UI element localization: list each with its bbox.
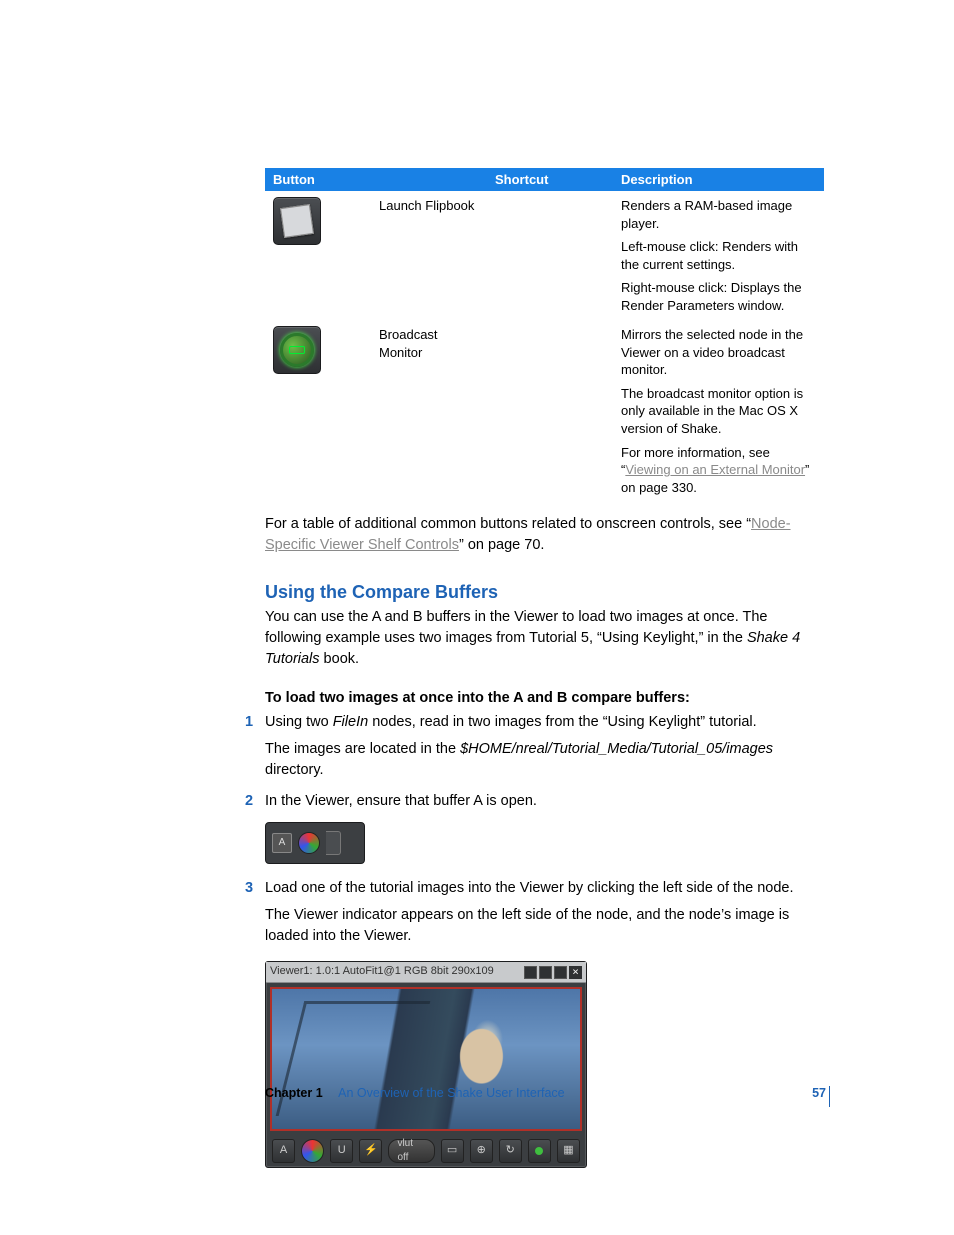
desc-text: Mirrors the selected node in the Viewer … [613, 314, 824, 379]
text: Using two [265, 714, 333, 730]
step-number: 1 [245, 712, 253, 733]
text: For a table of additional common buttons… [265, 516, 751, 532]
buffer-a-thumbnail: A [265, 822, 365, 864]
buffer-a-chip-icon: A [272, 1139, 295, 1163]
chapter-title: An Overview of the Shake User Interface [338, 1086, 565, 1100]
launch-flipbook-icon [273, 197, 321, 245]
text: In the Viewer, ensure that buffer A is o… [265, 793, 537, 809]
target-icon: ⊕ [470, 1139, 493, 1163]
desc-text: The broadcast monitor option is only ava… [613, 379, 824, 438]
procedure-lead: To load two images at once into the A an… [265, 690, 824, 706]
viewer-titlebar: Viewer1: 1.0:1 AutoFit1@1 RGB 8bit 290x1… [266, 962, 586, 983]
table-row: Broadcast Monitor Mirrors the selected n… [265, 314, 824, 379]
status-dot-icon [528, 1139, 551, 1163]
body-paragraph: You can use the A and B buffers in the V… [265, 607, 824, 670]
chapter-label: Chapter 1 [265, 1086, 323, 1100]
node-name: FileIn [333, 714, 368, 730]
rgb-icon [301, 1139, 324, 1163]
text: You can use the A and B buffers in the V… [265, 609, 767, 646]
step-item: 2 In the Viewer, ensure that buffer A is… [265, 791, 824, 812]
crop-icon: ▭ [441, 1139, 464, 1163]
viewer-toolbar: A U ⚡ vlut off ▭ ⊕ ↻ ▦ [266, 1135, 586, 1167]
th-button: Button [265, 168, 487, 191]
body-paragraph: For a table of additional common buttons… [265, 514, 824, 556]
page-number: 57 [812, 1086, 826, 1100]
text: book. [320, 651, 360, 667]
desc-text: Left-mouse click: Renders with the curre… [613, 232, 824, 273]
step-sub: The images are located in the $HOME/nrea… [265, 739, 824, 781]
viewer-window: Viewer1: 1.0:1 AutoFit1@1 RGB 8bit 290x1… [265, 961, 587, 1168]
text: directory. [265, 762, 324, 778]
vlut-pill: vlut off [388, 1139, 434, 1163]
half-chip-icon [326, 831, 341, 855]
viewer-image [270, 987, 582, 1131]
step-number: 2 [245, 791, 253, 812]
button-name: Launch Flipbook [371, 191, 487, 314]
desc-text: Right-mouse click: Displays the Render P… [613, 273, 824, 314]
step-item: 3 Load one of the tutorial images into t… [265, 878, 824, 947]
step-item: 1 Using two FileIn nodes, read in two im… [265, 712, 824, 781]
path-text: $HOME/nreal/Tutorial_Media/Tutorial_05/i… [460, 741, 773, 757]
desc-text: Renders a RAM-based image player. [613, 191, 824, 232]
text: The images are located in the [265, 741, 460, 757]
step-number: 3 [245, 878, 253, 899]
th-shortcut: Shortcut [487, 168, 613, 191]
footer-rule [829, 1086, 830, 1107]
titlebar-button-icon [554, 966, 567, 979]
broadcast-monitor-icon [273, 326, 321, 374]
text: Load one of the tutorial images into the… [265, 880, 794, 896]
buffer-a-chip-icon: A [272, 833, 292, 853]
page-footer: Chapter 1 An Overview of the Shake User … [265, 1086, 826, 1100]
th-description: Description [613, 168, 824, 191]
rgb-icon [298, 832, 320, 854]
step-sub: The Viewer indicator appears on the left… [265, 905, 824, 947]
table-row: Launch Flipbook Renders a RAM-based imag… [265, 191, 824, 232]
refresh-icon: ↻ [499, 1139, 522, 1163]
text: nodes, read in two images from the “Usin… [368, 714, 756, 730]
button-table: Button Shortcut Description Launch Flipb… [265, 168, 824, 496]
text: ” on page 70. [459, 537, 544, 553]
desc-text: For more information, see “Viewing on an… [613, 438, 824, 497]
titlebar-button-icon [524, 966, 537, 979]
close-icon: × [569, 966, 582, 979]
bolt-icon: ⚡ [359, 1139, 382, 1163]
titlebar-button-icon [539, 966, 552, 979]
button-name: Broadcast Monitor [371, 314, 487, 496]
section-heading: Using the Compare Buffers [265, 582, 824, 603]
xref-link[interactable]: Viewing on an External Monitor [625, 462, 805, 477]
grid-icon: ▦ [557, 1139, 580, 1163]
viewer-title: Viewer1: 1.0:1 AutoFit1@1 RGB 8bit 290x1… [270, 964, 494, 980]
u-chip-icon: U [330, 1139, 353, 1163]
